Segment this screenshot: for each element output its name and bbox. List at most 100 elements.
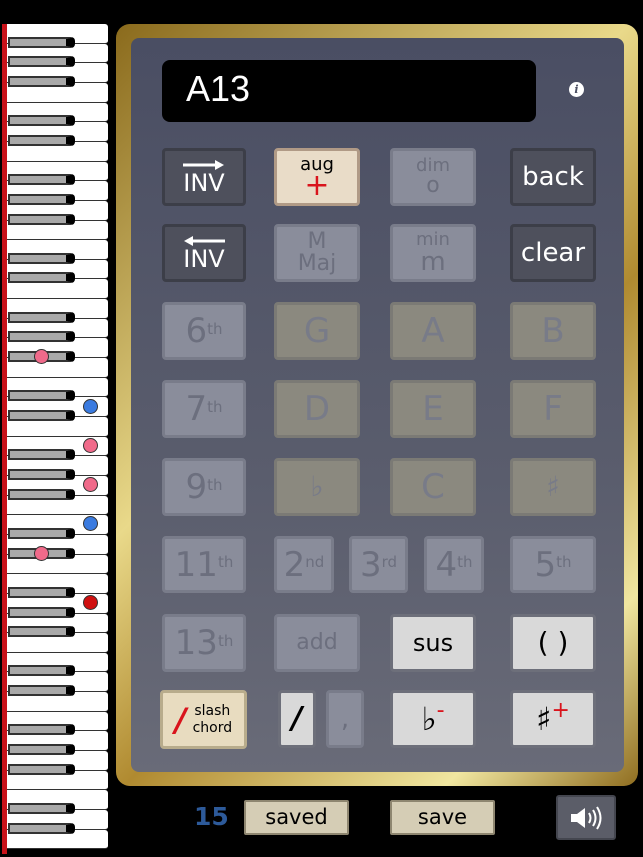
invert-down-button[interactable]: INV xyxy=(162,224,246,282)
black-key[interactable] xyxy=(8,272,75,284)
sixth-suffix: th xyxy=(207,319,223,338)
black-key[interactable] xyxy=(8,468,75,480)
note-flat-button[interactable]: ♭ xyxy=(274,458,360,516)
black-key[interactable] xyxy=(8,626,75,638)
seventh-button[interactable]: 7th xyxy=(162,380,246,438)
minor-button[interactable]: min m xyxy=(390,224,476,282)
dim-button[interactable]: dim o xyxy=(390,148,476,206)
black-key[interactable] xyxy=(8,744,75,756)
black-key[interactable] xyxy=(8,586,75,598)
black-key[interactable] xyxy=(8,763,75,775)
sus-button[interactable]: sus xyxy=(390,614,476,672)
plus-symbol: + xyxy=(551,698,570,723)
black-key[interactable] xyxy=(8,75,75,87)
flat-button[interactable]: ♭ - xyxy=(390,690,476,748)
slash-button[interactable]: / xyxy=(278,690,316,748)
sharp-button[interactable]: ♯ + xyxy=(510,690,596,748)
black-key[interactable] xyxy=(8,331,75,343)
thirteenth-button[interactable]: 13th xyxy=(162,614,246,672)
black-key[interactable] xyxy=(8,193,75,205)
fifth-button[interactable]: 5th xyxy=(510,536,596,593)
fourth-button[interactable]: 4th xyxy=(424,536,484,593)
speaker-button[interactable] xyxy=(556,795,616,840)
maj-symbol: M xyxy=(307,229,327,254)
minus-symbol: - xyxy=(436,698,445,723)
black-key[interactable] xyxy=(8,174,75,186)
note-c-button[interactable]: C xyxy=(390,458,476,516)
seventh-suffix: th xyxy=(207,397,223,416)
parentheses-button[interactable]: ( ) xyxy=(510,614,596,672)
note-f-button[interactable]: F xyxy=(510,380,596,438)
maj-label: Maj xyxy=(297,251,337,276)
note-g-button[interactable]: G xyxy=(274,302,360,360)
ninth-suffix: th xyxy=(207,475,223,494)
aug-button[interactable]: aug + xyxy=(274,148,360,206)
note-marker-pink xyxy=(83,477,98,492)
slash-label: slash xyxy=(194,702,231,719)
chord-display: A13 xyxy=(162,60,536,122)
fourth-suffix: th xyxy=(457,553,473,571)
second-button[interactable]: 2nd xyxy=(274,536,334,593)
add-button[interactable]: add xyxy=(274,614,360,672)
fifth-suffix: th xyxy=(556,553,572,571)
black-key[interactable] xyxy=(8,606,75,618)
black-key[interactable] xyxy=(8,311,75,323)
black-key[interactable] xyxy=(8,134,75,146)
black-key[interactable] xyxy=(8,56,75,68)
slash-chord-button[interactable]: / slash chord xyxy=(160,690,247,749)
second-suffix: nd xyxy=(305,553,325,571)
inv-label: INV xyxy=(183,169,225,197)
info-icon[interactable]: i xyxy=(569,82,584,97)
note-marker-blue xyxy=(83,516,98,531)
sharp-icon: ♯ xyxy=(536,700,552,738)
black-key[interactable] xyxy=(8,685,75,697)
eleventh-label: 11 xyxy=(174,544,218,585)
note-marker-blue xyxy=(83,399,98,414)
invert-up-button[interactable]: INV xyxy=(162,148,246,206)
note-marker-pink xyxy=(83,438,98,453)
eleventh-button[interactable]: 11th xyxy=(162,536,246,593)
third-button[interactable]: 3rd xyxy=(349,536,408,593)
black-key[interactable] xyxy=(8,390,75,402)
black-key[interactable] xyxy=(8,36,75,48)
black-key[interactable] xyxy=(8,665,75,677)
note-marker-pink xyxy=(34,349,49,364)
black-key[interactable] xyxy=(8,822,75,834)
black-key[interactable] xyxy=(8,488,75,500)
black-key[interactable] xyxy=(8,410,75,421)
black-key[interactable] xyxy=(8,724,75,736)
note-d-button[interactable]: D xyxy=(274,380,360,438)
saved-button[interactable]: saved xyxy=(244,800,349,835)
note-marker-red xyxy=(83,595,98,610)
back-button[interactable]: back xyxy=(510,148,596,206)
save-button[interactable]: save xyxy=(390,800,495,835)
chord-label: chord xyxy=(192,719,233,736)
thirteenth-suffix: th xyxy=(217,631,234,650)
note-b-button[interactable]: B xyxy=(510,302,596,360)
note-sharp-button[interactable]: ♯ xyxy=(510,458,596,516)
black-key[interactable] xyxy=(8,527,75,539)
ninth-label: 9 xyxy=(185,467,208,507)
third-suffix: rd xyxy=(381,553,398,571)
black-key[interactable] xyxy=(8,252,75,264)
ninth-button[interactable]: 9th xyxy=(162,458,246,516)
black-key[interactable] xyxy=(8,115,75,127)
speaker-icon xyxy=(571,805,602,830)
black-key[interactable] xyxy=(8,449,75,461)
note-a-button[interactable]: A xyxy=(390,302,476,360)
second-label: 2 xyxy=(283,544,306,585)
sixth-button[interactable]: 6th xyxy=(162,302,246,360)
note-marker-pink xyxy=(34,546,49,561)
black-key[interactable] xyxy=(8,803,75,814)
comma-button[interactable]: , xyxy=(326,690,364,748)
clear-button[interactable]: clear xyxy=(510,224,596,282)
seventh-label: 7 xyxy=(185,389,208,429)
black-key[interactable] xyxy=(8,213,75,225)
note-e-button[interactable]: E xyxy=(390,380,476,438)
fifth-label: 5 xyxy=(534,544,557,585)
fourth-label: 4 xyxy=(435,544,458,585)
thirteenth-label: 13 xyxy=(174,623,218,663)
sixth-label: 6 xyxy=(185,311,208,351)
min-symbol: m xyxy=(420,247,446,277)
major-button[interactable]: M Maj xyxy=(274,224,360,282)
